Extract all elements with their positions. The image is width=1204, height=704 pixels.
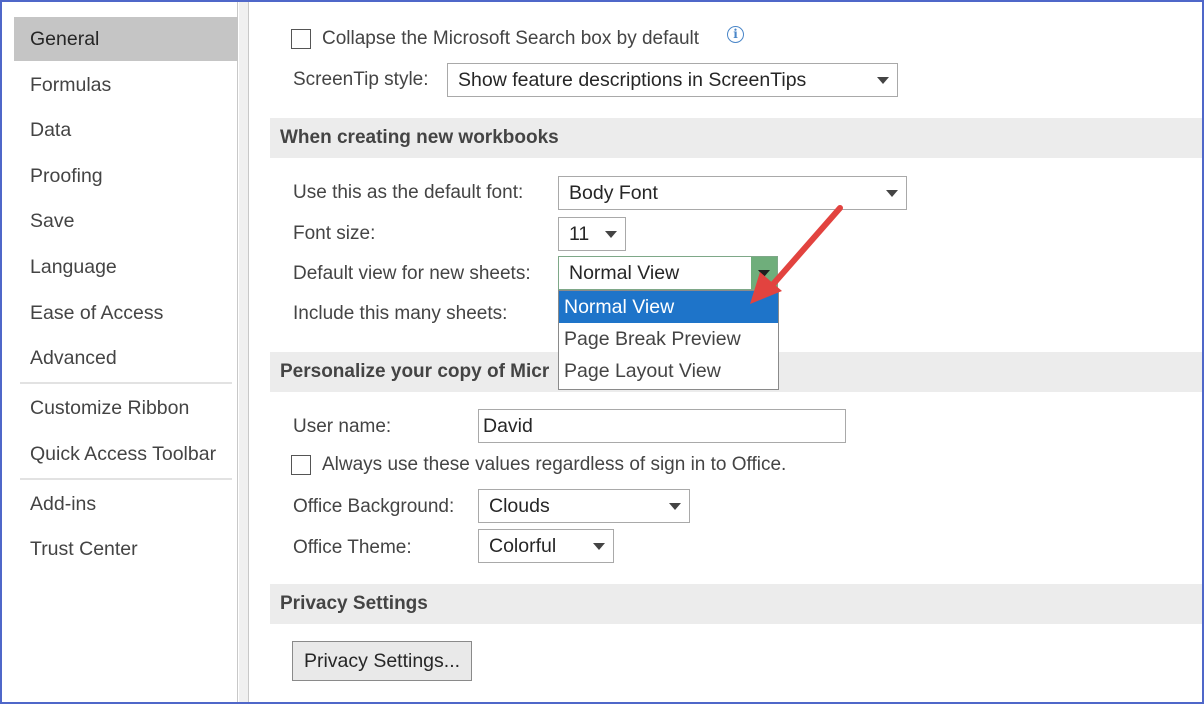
info-icon[interactable]: i bbox=[727, 26, 744, 43]
font-size-label: Font size: bbox=[293, 223, 376, 244]
chevron-down-icon bbox=[605, 231, 617, 238]
dropdown-button[interactable] bbox=[751, 257, 777, 289]
option-page-break-preview[interactable]: Page Break Preview bbox=[559, 323, 778, 355]
sidebar-item-language[interactable]: Language bbox=[14, 245, 238, 289]
username-label: User name: bbox=[293, 416, 392, 437]
office-background-label: Office Background: bbox=[293, 496, 455, 517]
sidebar-item-ease-of-access[interactable]: Ease of Access bbox=[14, 291, 238, 335]
office-theme-label: Office Theme: bbox=[293, 537, 412, 558]
section-privacy: Privacy Settings bbox=[270, 584, 1202, 624]
sidebar-gutter bbox=[239, 2, 249, 702]
screentip-dropdown[interactable]: Show feature descriptions in ScreenTips bbox=[447, 63, 898, 97]
sidebar-divider bbox=[20, 478, 232, 480]
chevron-down-icon bbox=[758, 270, 770, 277]
font-size-dropdown[interactable]: 11 bbox=[558, 217, 626, 251]
sidebar-divider bbox=[20, 382, 232, 384]
sidebar-item-formulas[interactable]: Formulas bbox=[14, 63, 238, 107]
office-theme-value: Colorful bbox=[489, 535, 557, 557]
sidebar-item-customize-ribbon[interactable]: Customize Ribbon bbox=[14, 386, 238, 430]
chevron-down-icon bbox=[886, 190, 898, 197]
chevron-down-icon bbox=[593, 543, 605, 550]
office-theme-dropdown[interactable]: Colorful bbox=[478, 529, 614, 563]
default-view-label: Default view for new sheets: bbox=[293, 263, 531, 284]
screentip-label: ScreenTip style: bbox=[293, 69, 429, 90]
sidebar-item-add-ins[interactable]: Add-ins bbox=[14, 482, 238, 526]
chevron-down-icon bbox=[877, 77, 889, 84]
collapse-search-checkbox[interactable] bbox=[291, 29, 311, 49]
default-view-listbox: Normal View Page Break Preview Page Layo… bbox=[558, 290, 779, 390]
always-use-label: Always use these values regardless of si… bbox=[322, 454, 787, 475]
default-font-label: Use this as the default font: bbox=[293, 182, 524, 203]
default-view-dropdown[interactable]: Normal View bbox=[558, 256, 778, 290]
default-font-value: Body Font bbox=[569, 182, 658, 204]
collapse-search-label: Collapse the Microsoft Search box by def… bbox=[322, 28, 700, 49]
option-page-layout-view[interactable]: Page Layout View bbox=[559, 355, 778, 387]
font-size-value: 11 bbox=[569, 223, 590, 245]
default-view-value: Normal View bbox=[569, 262, 680, 284]
options-sidebar: General Formulas Data Proofing Save Lang… bbox=[2, 2, 238, 702]
sidebar-item-advanced[interactable]: Advanced bbox=[14, 336, 238, 380]
username-input[interactable]: David bbox=[478, 409, 846, 443]
office-background-dropdown[interactable]: Clouds bbox=[478, 489, 690, 523]
sidebar-item-save[interactable]: Save bbox=[14, 199, 238, 243]
always-use-checkbox[interactable] bbox=[291, 455, 311, 475]
default-font-dropdown[interactable]: Body Font bbox=[558, 176, 907, 210]
option-normal-view[interactable]: Normal View bbox=[559, 291, 778, 323]
sheets-count-label: Include this many sheets: bbox=[293, 303, 508, 324]
sidebar-item-general[interactable]: General bbox=[14, 17, 238, 61]
sidebar-item-data[interactable]: Data bbox=[14, 108, 238, 152]
screentip-value: Show feature descriptions in ScreenTips bbox=[458, 69, 807, 91]
section-new-workbooks: When creating new workbooks bbox=[270, 118, 1202, 158]
chevron-down-icon bbox=[669, 503, 681, 510]
sidebar-item-proofing[interactable]: Proofing bbox=[14, 154, 238, 198]
privacy-settings-button[interactable]: Privacy Settings... bbox=[292, 641, 472, 681]
office-background-value: Clouds bbox=[489, 495, 550, 517]
sidebar-item-quick-access-toolbar[interactable]: Quick Access Toolbar bbox=[14, 432, 238, 476]
sidebar-item-trust-center[interactable]: Trust Center bbox=[14, 527, 238, 571]
